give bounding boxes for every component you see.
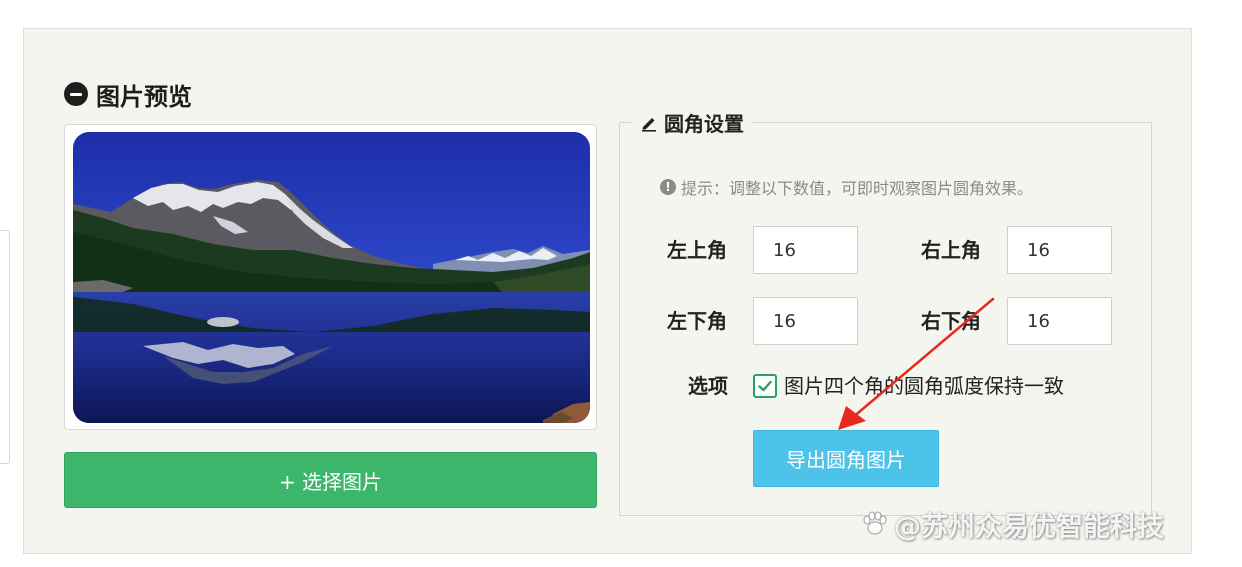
top-left-radius-input[interactable] — [753, 226, 858, 274]
check-icon — [758, 380, 772, 392]
hint-text: ! 提示：调整以下数值，可即时观察图片圆角效果。 — [660, 174, 1033, 200]
corner-settings-title: 圆角设置 — [664, 112, 744, 136]
corner-settings-legend: 圆角设置 — [632, 108, 752, 137]
info-icon: ! — [660, 179, 676, 195]
hint-message: 提示：调整以下数值，可即时观察图片圆角效果。 — [681, 179, 1034, 198]
image-preview-frame — [64, 124, 597, 430]
options-label: 选项 — [688, 374, 728, 398]
uniform-corners-label: 图片四个角的圆角弧度保持一致 — [784, 374, 1064, 398]
preview-heading: 图片预览 — [64, 76, 192, 112]
preview-image — [73, 132, 590, 423]
minus-circle-icon — [64, 82, 88, 106]
top-right-label: 右上角 — [921, 238, 981, 262]
bottom-left-radius-input[interactable] — [753, 297, 858, 345]
choose-image-button[interactable]: + 选择图片 — [64, 452, 597, 508]
watermark-text: @苏州众易优智能科技 — [894, 511, 1164, 543]
bottom-right-label: 右下角 — [921, 309, 981, 333]
side-panel-edge — [0, 230, 10, 464]
export-rounded-image-button[interactable]: 导出圆角图片 — [753, 430, 939, 487]
top-left-label: 左上角 — [667, 238, 727, 262]
paw-icon — [863, 511, 887, 535]
pencil-icon — [642, 117, 656, 132]
watermark: @苏州众易优智能科技 — [860, 504, 1164, 544]
bottom-right-radius-input[interactable] — [1007, 297, 1112, 345]
uniform-corners-checkbox[interactable] — [753, 374, 777, 398]
preview-title: 图片预览 — [96, 82, 192, 111]
bottom-left-label: 左下角 — [667, 309, 727, 333]
top-right-radius-input[interactable] — [1007, 226, 1112, 274]
